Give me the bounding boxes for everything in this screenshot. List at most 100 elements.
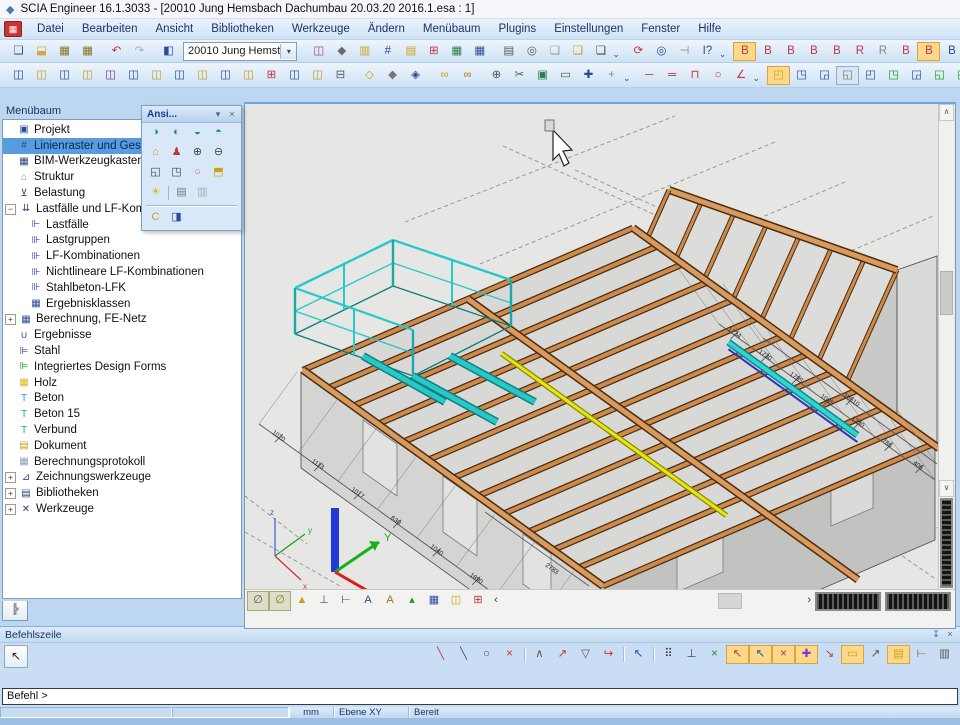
tree-item-holz[interactable]: ▦ Holz: [3, 375, 241, 391]
menu-item[interactable]: Einstellungen: [545, 19, 632, 39]
store-view-icon[interactable]: ⬒: [208, 164, 229, 182]
tree-expander-icon[interactable]: [5, 126, 14, 135]
menu-item[interactable]: Ansicht: [146, 19, 202, 39]
visibility-icon[interactable]: ◇: [358, 66, 381, 85]
snap-direction-icon[interactable]: ↗: [551, 645, 574, 664]
snap-polyline-icon[interactable]: ╲: [452, 645, 475, 664]
select-members-icon[interactable]: ◫: [122, 66, 145, 85]
snap-tangent-icon[interactable]: ↘: [818, 645, 841, 664]
save-icon[interactable]: ▦: [53, 42, 76, 61]
snap-edge-icon[interactable]: ↗: [864, 645, 887, 664]
tree-item-berechnungsprotokoll[interactable]: ▦ Berechnungsprotokoll: [3, 454, 241, 470]
tree-tab-button[interactable]: ╠: [2, 601, 28, 621]
tree-expander-icon[interactable]: [5, 142, 14, 151]
tree-item-berechnung-fe-netz[interactable]: + ▦ Berechnung, FE-Netz: [3, 312, 241, 328]
snap-endpoint-icon[interactable]: ↖: [726, 645, 749, 664]
light-icon[interactable]: ☀: [145, 184, 166, 202]
view-axo-icon[interactable]: ◓: [208, 124, 229, 142]
tree-expander-icon[interactable]: [5, 363, 14, 372]
viewport-canvas[interactable]: 1020111310176301040189021107811734173017…: [245, 104, 938, 589]
surface-display-icon[interactable]: ▴: [401, 591, 423, 611]
zoom-in-icon[interactable]: ⊕: [187, 144, 208, 162]
line-angle-icon[interactable]: ∠: [730, 66, 753, 85]
loads-display-icon[interactable]: ⊢: [335, 591, 357, 611]
tree-item-beton-15[interactable]: T Beton 15: [3, 406, 241, 422]
tree-item-dokument[interactable]: ▤ Dokument: [3, 438, 241, 454]
clipboard-icon[interactable]: ▤: [399, 42, 422, 61]
tree-expander-icon[interactable]: [5, 157, 14, 166]
select-previous-icon[interactable]: ◫: [214, 66, 237, 85]
tree-item-lf-kombinationen[interactable]: ⊪ LF-Kombinationen: [3, 248, 241, 264]
print-icon[interactable]: ▤: [497, 42, 520, 61]
toolbar-overflow-button[interactable]: ⌄: [753, 67, 761, 84]
zoom-out-icon[interactable]: ⊖: [208, 144, 229, 162]
tree-item-beton[interactable]: T Beton: [3, 391, 241, 407]
view-x-icon[interactable]: ◑: [145, 124, 166, 142]
snap-close-icon[interactable]: ×: [498, 645, 521, 664]
palette-dropdown-icon[interactable]: ▾: [211, 108, 225, 121]
project-window-icon[interactable]: ◧: [157, 42, 180, 61]
view-pan-bar-1[interactable]: [815, 592, 881, 611]
pin-icon[interactable]: ↧: [929, 628, 943, 641]
project-combobox[interactable]: 20010 Jung Hemst ▾: [183, 42, 297, 61]
view-setting-9-icon[interactable]: ◰: [951, 66, 960, 85]
layer-settings-icon[interactable]: ◫: [306, 66, 329, 85]
load-groups-icon[interactable]: B: [756, 42, 779, 61]
command-input[interactable]: Befehl >: [2, 688, 958, 705]
save-all-icon[interactable]: ▦: [76, 42, 99, 61]
snap-point-icon[interactable]: ×: [772, 645, 795, 664]
snap-curve-icon[interactable]: ↪: [597, 645, 620, 664]
line-circle-icon[interactable]: ○: [707, 66, 730, 85]
view-setting-2-icon[interactable]: ◳: [790, 66, 813, 85]
scroll-left-icon[interactable]: ‹: [489, 591, 503, 609]
zoom-origin-icon[interactable]: ⌂: [145, 144, 166, 162]
zoom-selection-icon[interactable]: ⊕: [485, 66, 508, 85]
material-library-icon[interactable]: ▥: [353, 42, 376, 61]
view-parameters-icon[interactable]: ◫: [445, 591, 467, 611]
toolbar-overflow-button[interactable]: ⌄: [623, 67, 631, 84]
supports-display-icon[interactable]: ⊥: [313, 591, 335, 611]
tree-item-integriertes-design[interactable]: ⊫ Integriertes Design Forms: [3, 359, 241, 375]
activity-clip-icon[interactable]: ◫: [99, 66, 122, 85]
load-cases-icon[interactable]: B: [733, 42, 756, 61]
close-icon[interactable]: ×: [943, 628, 957, 641]
view-rotation-bar[interactable]: [940, 498, 953, 588]
tree-item-stahlbeton-lfk[interactable]: ⊪ Stahlbeton-LFK: [3, 280, 241, 296]
check-structure-icon[interactable]: ◎: [650, 42, 673, 61]
menu-item[interactable]: Fenster: [632, 19, 689, 39]
filter-icon[interactable]: ⊞: [260, 66, 283, 85]
tree-expander-icon[interactable]: [5, 189, 14, 198]
document-gray-icon[interactable]: ❏: [543, 42, 566, 61]
document-window-icon[interactable]: ▦: [4, 21, 22, 37]
scroll-right-icon[interactable]: ›: [807, 591, 811, 609]
new-project-icon[interactable]: ❏: [7, 42, 30, 61]
print-preview-icon[interactable]: ◎: [520, 42, 543, 61]
snap-line-icon[interactable]: ╲: [429, 645, 452, 664]
snap-ruler-icon[interactable]: ▤: [887, 645, 910, 664]
print-data-icon[interactable]: ▤: [171, 184, 192, 202]
tree-expander-icon[interactable]: [5, 442, 14, 451]
tree-expander-icon[interactable]: [5, 394, 14, 403]
tree-expander-icon[interactable]: [5, 458, 14, 467]
render-mode-icon[interactable]: ▲: [291, 591, 313, 611]
member-labels-icon[interactable]: A: [379, 591, 401, 611]
document-icon[interactable]: ❏: [589, 42, 612, 61]
tree-expander-icon[interactable]: +: [5, 504, 16, 515]
select-nodes-icon[interactable]: ◫: [145, 66, 168, 85]
model-display-icon[interactable]: ▦: [423, 591, 445, 611]
vertical-scroll-track[interactable]: [939, 121, 954, 480]
print-preview-icon[interactable]: ▥: [192, 184, 213, 202]
zoom-selection-icon[interactable]: ○: [187, 164, 208, 182]
activity-all-icon[interactable]: ◫: [76, 66, 99, 85]
clip-cut-icon[interactable]: ✂: [508, 66, 531, 85]
layer-manager-icon[interactable]: ⊟: [329, 66, 352, 85]
tree-expander-icon[interactable]: [5, 379, 14, 388]
snap-ortho-icon[interactable]: ⊥: [680, 645, 703, 664]
bim-toolbox-icon[interactable]: ◫: [307, 42, 330, 61]
view-pan-bar-2[interactable]: [885, 592, 951, 611]
tree-item-ergebnisse[interactable]: ∪ Ergebnisse: [3, 327, 241, 343]
tree-item-werkzeuge[interactable]: + ✕ Werkzeuge: [3, 501, 241, 517]
snap-plane-icon[interactable]: ▽: [574, 645, 597, 664]
view-setting-8-icon[interactable]: ◱: [928, 66, 951, 85]
tree-item-verbund[interactable]: T Verbund: [3, 422, 241, 438]
